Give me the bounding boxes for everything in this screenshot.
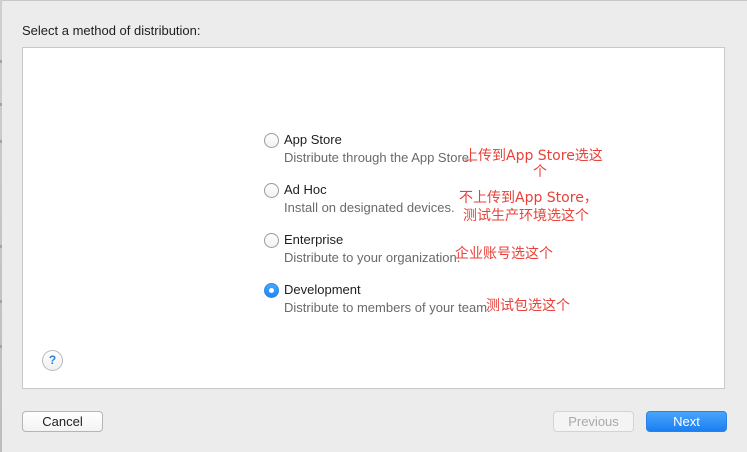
edge-mark (0, 300, 2, 303)
distribution-options-panel: App Store Distribute through the App Sto… (22, 47, 725, 389)
option-title: Development (284, 282, 361, 297)
option-description: Distribute to your organization. (284, 250, 461, 265)
edge-mark (0, 60, 2, 63)
option-title: Enterprise (284, 232, 344, 247)
next-button[interactable]: Next (646, 411, 727, 432)
radio-app-store[interactable] (264, 133, 279, 148)
edge-mark (0, 345, 2, 348)
radio-development[interactable] (264, 283, 279, 298)
edge-mark (0, 140, 2, 143)
help-button[interactable]: ? (42, 350, 63, 371)
edge-mark (0, 245, 2, 248)
page-title: Select a method of distribution: (22, 23, 201, 38)
option-description: Distribute through the App Store. (284, 150, 473, 165)
annotation-development: 测试包选这个 (486, 298, 570, 314)
edge-mark (0, 103, 2, 106)
annotation-ad-hoc-line2: 测试生产环境选这个 (463, 208, 589, 224)
annotation-enterprise: 企业账号选这个 (455, 246, 553, 262)
cancel-button[interactable]: Cancel (22, 411, 103, 432)
annotation-ad-hoc-line1: 不上传到App Store， (459, 190, 598, 206)
radio-ad-hoc[interactable] (264, 183, 279, 198)
option-title: Ad Hoc (284, 182, 327, 197)
option-description: Distribute to members of your team. (284, 300, 491, 315)
annotation-app-store-line1: 上传到App Store选这 (464, 148, 603, 164)
window-left-edge (0, 0, 2, 452)
option-title: App Store (284, 132, 342, 147)
window-top-border (0, 0, 747, 1)
previous-button: Previous (553, 411, 634, 432)
annotation-app-store-line2: 个 (533, 164, 547, 180)
option-description: Install on designated devices. (284, 200, 455, 215)
radio-enterprise[interactable] (264, 233, 279, 248)
